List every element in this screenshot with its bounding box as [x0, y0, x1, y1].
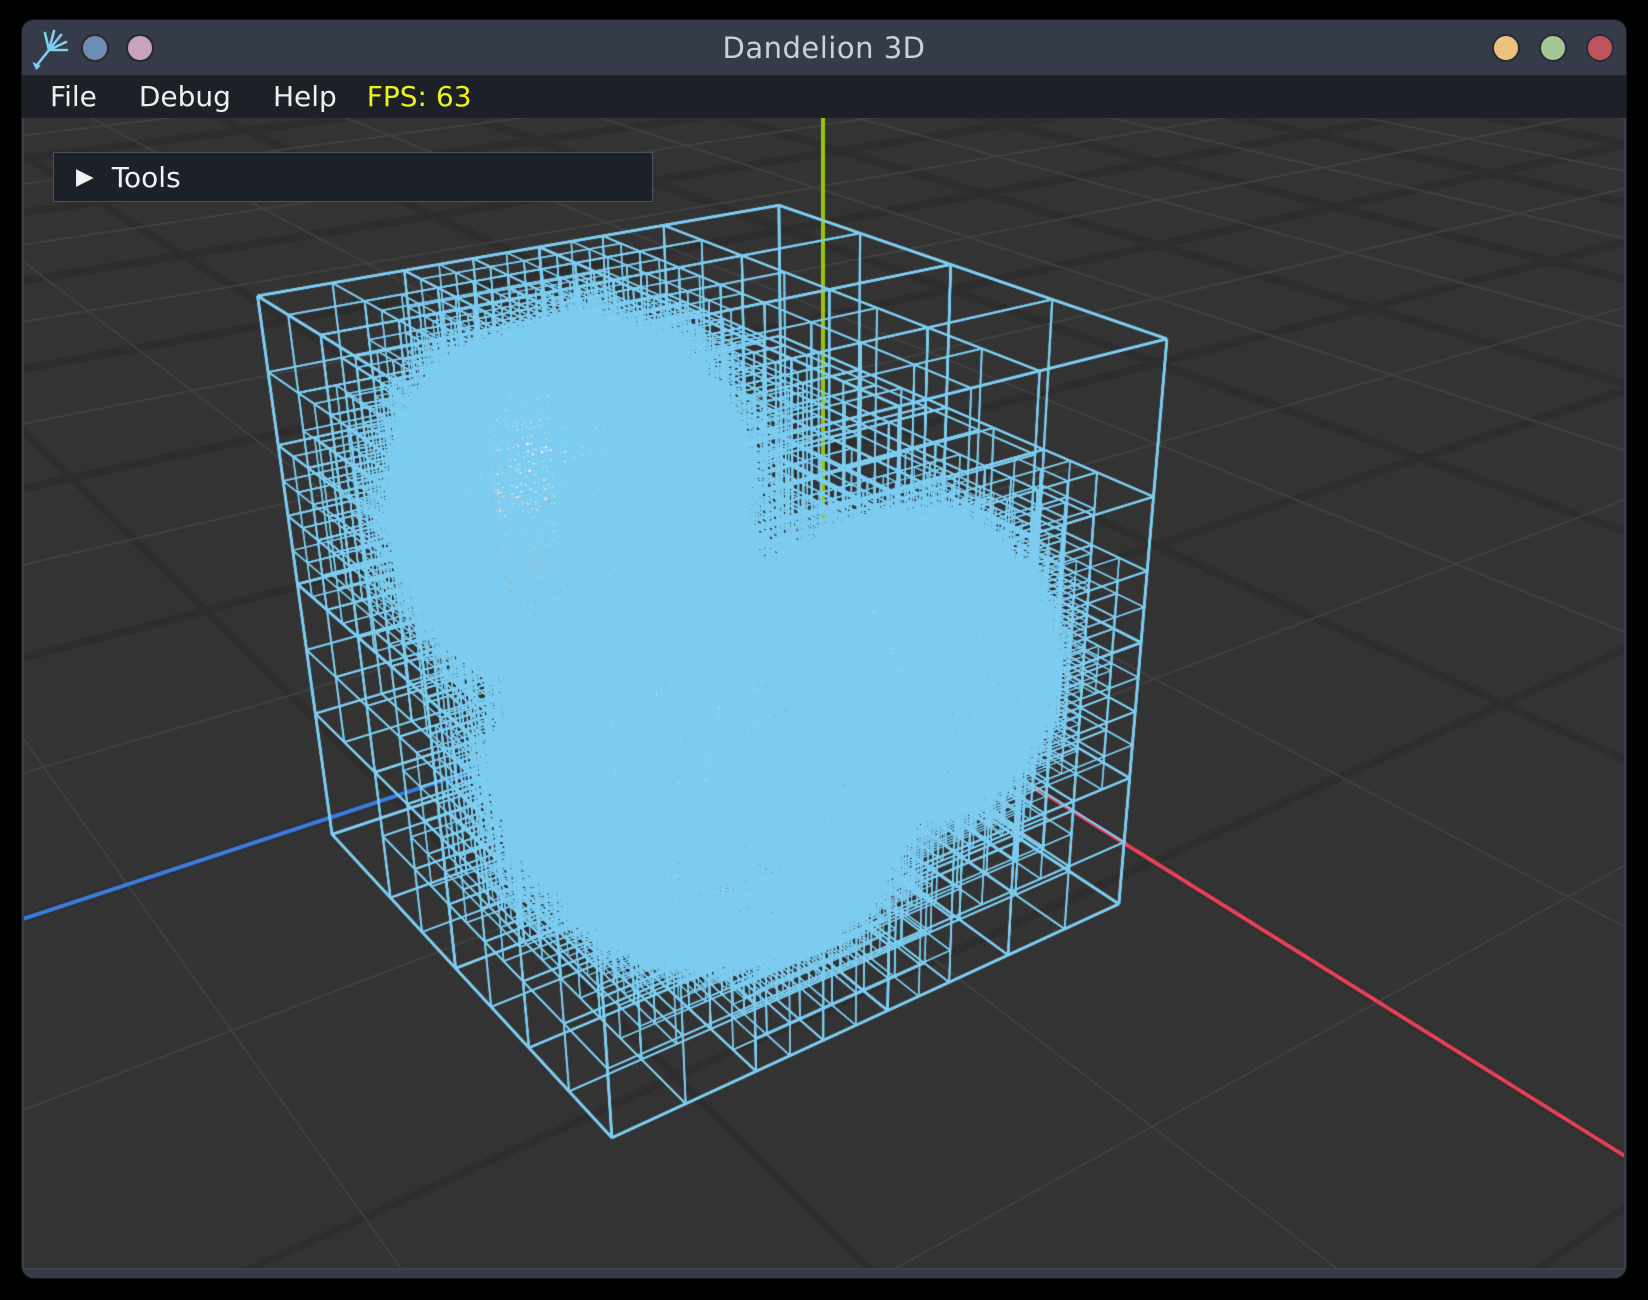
menubar: File Debug Help FPS: 63 — [22, 75, 1626, 118]
workspace-dot-blue[interactable] — [81, 34, 109, 62]
tools-panel[interactable]: ▶ Tools — [53, 152, 653, 202]
3d-viewport[interactable] — [24, 118, 1624, 1268]
titlebar-left-dots — [81, 34, 154, 62]
menu-item-file[interactable]: File — [48, 80, 99, 113]
app-window: Dandelion 3D File Debug Help FPS: 63 ▶ T… — [22, 20, 1626, 1278]
dandelion-icon — [28, 26, 72, 70]
fps-counter: FPS: 63 — [367, 80, 472, 113]
maximize-button[interactable] — [1539, 34, 1567, 62]
viewport-frame: ▶ Tools — [22, 118, 1626, 1270]
menu-item-help[interactable]: Help — [271, 80, 339, 113]
minimize-button[interactable] — [1492, 34, 1520, 62]
close-button[interactable] — [1586, 34, 1614, 62]
tools-panel-label: Tools — [112, 161, 181, 194]
workspace-dot-pink[interactable] — [126, 34, 154, 62]
window-title: Dandelion 3D — [22, 31, 1626, 65]
titlebar[interactable]: Dandelion 3D — [22, 20, 1626, 75]
tools-expand-icon[interactable]: ▶ — [76, 166, 94, 189]
titlebar-right-dots — [1492, 34, 1614, 62]
menu-item-debug[interactable]: Debug — [137, 80, 233, 113]
